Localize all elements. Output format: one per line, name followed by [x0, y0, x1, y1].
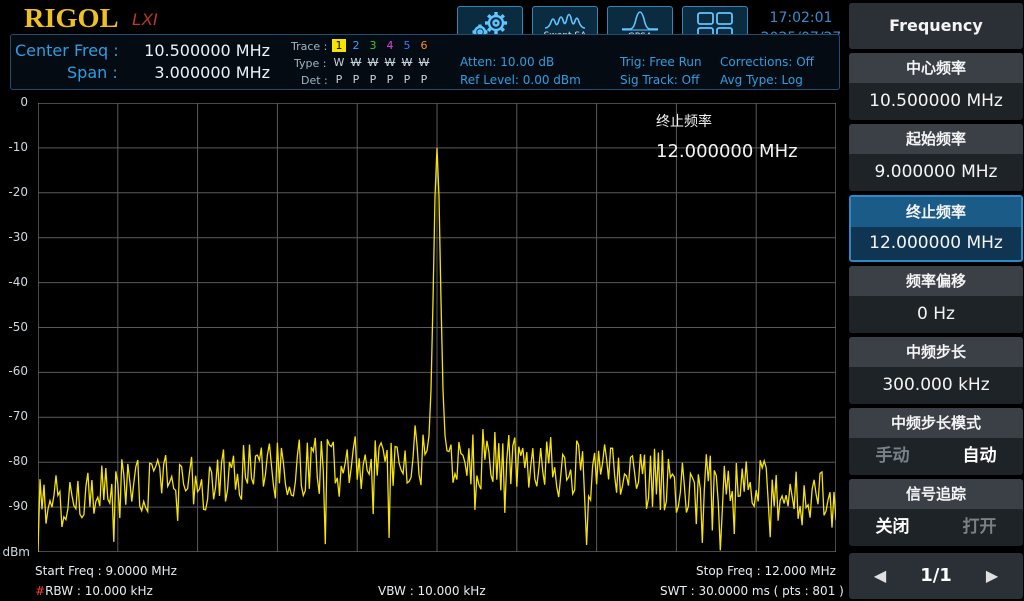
type-label: Type : — [294, 57, 327, 70]
trace-label: Trace : — [291, 40, 328, 53]
softkey-pager: ◀ 1/1 ▶ — [849, 553, 1023, 599]
header: RIGOL LXI Swept SA — [0, 0, 848, 92]
y-tick-label: -40 — [8, 274, 28, 289]
y-tick-label: -70 — [8, 409, 28, 424]
stop-freq-softkey[interactable]: 终止频率 12.000000 MHz — [849, 195, 1023, 262]
corrections-text: Corrections: Off — [720, 55, 814, 69]
trace-type-3: W — [367, 56, 379, 69]
gpsa-spectrum-icon — [622, 10, 658, 30]
stop-freq-text: Stop Freq : 12.000 MHz — [696, 564, 836, 578]
swt-text: SWT : 30.0000 ms ( pts : 801 ) — [660, 584, 844, 598]
det-label: Det : — [301, 74, 328, 87]
span-label: Span : — [67, 63, 118, 82]
softkey-panel: Frequency 中心频率 10.500000 MHz 起始频率 9.0000… — [848, 0, 1024, 601]
swept-spectrum-icon — [544, 13, 586, 29]
trig-text: Trig: Free Run — [620, 55, 702, 69]
cf-step-softkey[interactable]: 中频步长 300.000 kHz — [849, 337, 1023, 404]
sig-track-text: Sig Track: Off — [620, 73, 700, 87]
center-freq-softkey-value: 10.500000 MHz — [869, 91, 1003, 111]
trace-det-4: P — [386, 73, 394, 86]
y-tick-label: -80 — [8, 454, 28, 469]
rbw-text: #RBW : 10.000 kHz — [35, 584, 153, 598]
ref-level-text: Ref Level: 0.00 dBm — [460, 73, 581, 87]
rbw-manual-mark: # — [35, 584, 46, 598]
vbw-text: VBW : 10.000 kHz — [378, 584, 486, 598]
cf-step-mode-manual-option[interactable]: 手动 — [876, 440, 910, 472]
center-freq-label: Center Freq : — [15, 41, 119, 60]
active-param-value: 12.000000 MHz — [656, 141, 798, 162]
trace-number-1[interactable]: 1 — [332, 39, 346, 52]
trace-number-3[interactable]: 3 — [366, 39, 380, 52]
center-freq-softkey[interactable]: 中心频率 10.500000 MHz — [849, 53, 1023, 120]
center-freq-value[interactable]: 10.500000 MHz — [130, 41, 270, 60]
freq-offset-softkey-value: 0 Hz — [917, 304, 955, 324]
spectrum-plot[interactable] — [38, 103, 836, 552]
start-freq-softkey-value: 9.000000 MHz — [874, 162, 998, 182]
lxi-logo: LXI — [132, 10, 158, 29]
stop-freq-softkey-title: 终止频率 — [851, 197, 1021, 227]
y-tick-label: -60 — [8, 364, 28, 379]
freq-offset-softkey-title: 频率偏移 — [849, 266, 1023, 296]
y-tick-label: -50 — [8, 319, 28, 334]
y-unit-label: dBm — [2, 545, 30, 559]
trace-type-2: W — [350, 56, 362, 69]
trace-number-6[interactable]: 6 — [417, 39, 431, 52]
cf-step-softkey-value: 300.000 kHz — [882, 375, 990, 395]
freq-offset-softkey[interactable]: 频率偏移 0 Hz — [849, 266, 1023, 333]
cf-step-mode-softkey[interactable]: 中频步长模式 手动 自动 — [849, 408, 1023, 475]
trace-det-6: P — [420, 73, 428, 86]
trace-type-1: W — [333, 56, 345, 69]
cf-step-mode-auto-option[interactable]: 自动 — [963, 440, 997, 472]
signal-track-on-option[interactable]: 打开 — [963, 511, 997, 543]
signal-track-softkey-title: 信号追踪 — [849, 479, 1023, 509]
y-tick-label: -10 — [8, 139, 28, 154]
center-freq-softkey-title: 中心频率 — [849, 53, 1023, 83]
trace-number-5[interactable]: 5 — [400, 39, 414, 52]
start-freq-softkey-title: 起始频率 — [849, 124, 1023, 154]
trace-det-5: P — [403, 73, 411, 86]
rbw-value: RBW : 10.000 kHz — [45, 584, 153, 598]
trace-type-6: W — [418, 56, 430, 69]
y-tick-label: -30 — [8, 229, 28, 244]
active-param-title: 终止频率 — [656, 114, 712, 130]
trace-number-2[interactable]: 2 — [349, 39, 363, 52]
stop-freq-softkey-value: 12.000000 MHz — [869, 233, 1003, 253]
span-value[interactable]: 3.000000 MHz — [130, 63, 270, 82]
trace-det-2: P — [352, 73, 360, 86]
trace-type-5: W — [401, 56, 413, 69]
y-tick-label: -20 — [8, 184, 28, 199]
atten-text: Atten: 10.00 dB — [460, 55, 555, 69]
rigol-logo: RIGOL — [24, 3, 119, 33]
y-tick-label: -90 — [8, 499, 28, 514]
trace-det-3: P — [369, 73, 377, 86]
next-page-arrow-icon[interactable]: ▶ — [977, 553, 1007, 599]
signal-track-softkey[interactable]: 信号追踪 关闭 打开 — [849, 479, 1023, 546]
cf-step-mode-softkey-title: 中频步长模式 — [849, 408, 1023, 438]
start-freq-text: Start Freq : 9.0000 MHz — [35, 564, 177, 578]
menu-header-frequency[interactable]: Frequency — [849, 3, 1023, 49]
trace-number-4[interactable]: 4 — [383, 39, 397, 52]
start-freq-softkey[interactable]: 起始频率 9.000000 MHz — [849, 124, 1023, 191]
clock-time: 17:02:01 — [769, 10, 833, 26]
trace-det-1: P — [335, 73, 343, 86]
y-tick-label: 0 — [20, 95, 28, 109]
measurement-info-panel: Center Freq : 10.500000 MHz Span : 3.000… — [10, 34, 840, 90]
signal-track-off-option[interactable]: 关闭 — [876, 511, 910, 543]
cf-step-softkey-title: 中频步长 — [849, 337, 1023, 367]
trace-type-4: W — [384, 56, 396, 69]
avg-type-text: Avg Type: Log — [720, 73, 803, 87]
